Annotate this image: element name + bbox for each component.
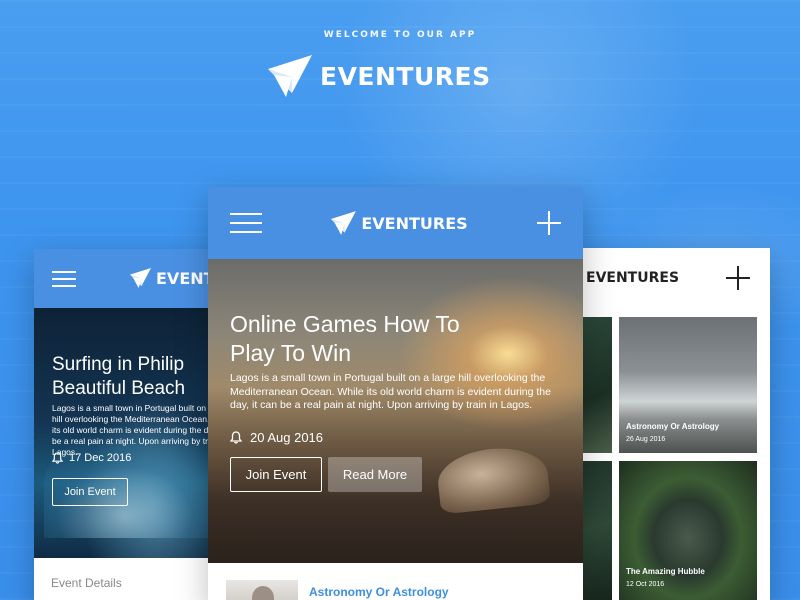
menu-icon[interactable] [52, 266, 76, 292]
center-title-line2: Play To Win [230, 340, 352, 366]
welcome-banner: WELCOME TO OUR APP [0, 30, 800, 40]
left-title-line1: Surfing in Philip [52, 354, 185, 375]
grid-tile[interactable]: Astronomy Or Astrology 26 Aug 2016 [619, 317, 757, 453]
center-join-event-button[interactable]: Join Event [230, 457, 322, 492]
left-event-date: 17 Dec 2016 [52, 452, 131, 464]
left-join-event-button[interactable]: Join Event [52, 478, 128, 506]
event-list: Astronomy Or Astrology [208, 563, 583, 600]
left-title-line2: Beautiful Beach [52, 378, 186, 399]
add-icon[interactable] [726, 265, 750, 290]
brand-name: EVENTURES [320, 61, 491, 91]
right-brand-name: EVENTURES [586, 269, 680, 286]
welcome-text: WELCOME TO OUR APP [323, 30, 477, 40]
center-title-line1: Online Games How To [230, 311, 460, 337]
tile-title: Astronomy Or Astrology [626, 422, 720, 431]
center-app-bar: EVENTURES [208, 187, 583, 259]
read-more-button[interactable]: Read More [328, 457, 422, 492]
seashell-image [435, 443, 551, 515]
event-details-label[interactable]: Event Details [51, 576, 122, 590]
paper-plane-logo-icon [268, 55, 312, 97]
center-logo: EVENTURES [331, 211, 468, 235]
list-item-thumbnail[interactable] [226, 580, 298, 600]
tile-date: 26 Aug 2016 [626, 436, 666, 443]
phone-center: EVENTURES Online Games How To Play To Wi… [208, 187, 583, 600]
center-event-date: 20 Aug 2016 [230, 430, 323, 445]
center-date-text: 20 Aug 2016 [250, 430, 324, 445]
left-date-text: 17 Dec 2016 [69, 452, 132, 464]
add-icon[interactable] [537, 211, 561, 235]
paper-plane-logo-icon [331, 211, 357, 235]
phone-right: EVENTURES es Astronomy Or Astrology 26 A… [560, 248, 770, 600]
bell-icon [52, 452, 63, 464]
paper-plane-logo-icon [130, 268, 151, 288]
brand-logo: EVENTURES [268, 55, 491, 97]
right-app-bar: EVENTURES [560, 248, 770, 307]
bell-icon [230, 431, 242, 444]
left-event-title: Surfing in Philip Beautiful Beach [52, 353, 185, 401]
center-event-description: Lagos is a small town in Portugal built … [230, 372, 551, 411]
grid-tile[interactable]: The Amazing Hubble 12 Oct 2016 [619, 461, 757, 600]
tile-title: The Amazing Hubble [626, 567, 705, 576]
center-event-title: Online Games How To Play To Win [230, 310, 460, 368]
center-brand-name: EVENTURES [361, 213, 468, 233]
list-item-title[interactable]: Astronomy Or Astrology [309, 585, 449, 599]
tile-date: 12 Oct 2016 [626, 581, 665, 588]
menu-icon[interactable] [230, 206, 262, 240]
